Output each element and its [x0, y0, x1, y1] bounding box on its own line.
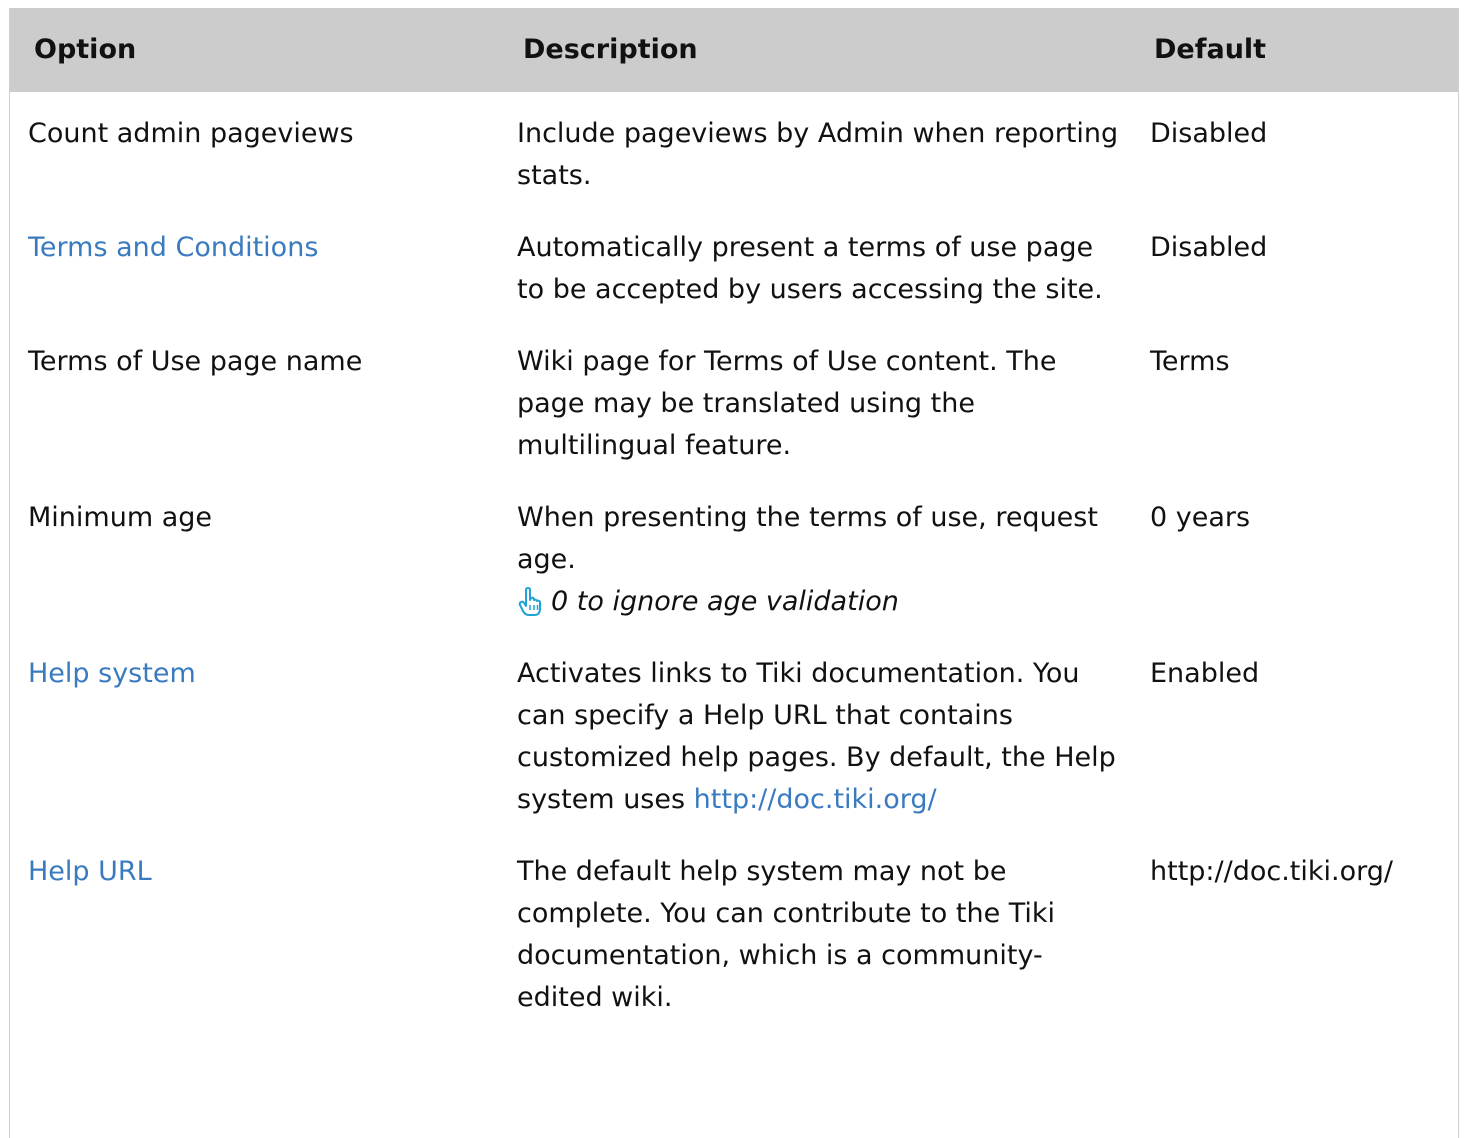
- option-default: 0 years: [1150, 502, 1251, 533]
- option-default: Disabled: [1150, 118, 1268, 149]
- option-link-help-system[interactable]: Help system: [28, 658, 196, 689]
- table-row: Help system Activates links to Tiki docu…: [10, 633, 1458, 831]
- column-header-option: Option: [34, 34, 137, 65]
- option-default: http://doc.tiki.org/: [1150, 856, 1393, 887]
- option-name: Count admin pageviews: [28, 118, 354, 149]
- option-name: Minimum age: [28, 502, 213, 533]
- table-row: Help URL The default help system may not…: [10, 831, 1458, 1029]
- option-cell: Help URL: [10, 831, 515, 1029]
- option-description: The default help system may not be compl…: [517, 856, 1056, 1013]
- option-cell: Help system: [10, 633, 515, 831]
- option-link-help-url[interactable]: Help URL: [28, 856, 152, 887]
- doc-url-link[interactable]: http://doc.tiki.org/: [694, 784, 937, 815]
- option-tip-text: 0 to ignore age validation: [551, 586, 899, 617]
- column-header-description: Description: [523, 34, 698, 65]
- table-header-row: Option Description Default: [10, 8, 1458, 92]
- table-row: Minimum age When presenting the terms of…: [10, 477, 1458, 633]
- table-row: Terms of Use page name Wiki page for Ter…: [10, 321, 1458, 477]
- option-cell: Terms and Conditions: [10, 207, 515, 321]
- option-link-terms-and-conditions[interactable]: Terms and Conditions: [28, 232, 318, 263]
- option-description-cell: Activates links to Tiki documentation. Y…: [515, 633, 1146, 831]
- table-row: Terms and Conditions Automatically prese…: [10, 207, 1458, 321]
- option-description-cell: When presenting the terms of use, reques…: [515, 477, 1146, 633]
- option-default: Disabled: [1150, 232, 1268, 263]
- option-name: Terms of Use page name: [28, 346, 363, 377]
- table-row: Count admin pageviews Include pageviews …: [10, 92, 1458, 207]
- option-description: Automatically present a terms of use pag…: [517, 232, 1103, 305]
- preferences-table: Option Description Default Count admin p…: [10, 8, 1458, 1029]
- option-description: Wiki page for Terms of Use content. The …: [517, 346, 1057, 461]
- option-default: Terms: [1150, 346, 1230, 377]
- option-description: When presenting the terms of use, reques…: [517, 502, 1098, 575]
- column-header-default: Default: [1154, 34, 1267, 65]
- option-default: Enabled: [1150, 658, 1260, 689]
- pointing-hand-icon: [517, 587, 543, 617]
- option-description: Include pageviews by Admin when reportin…: [517, 118, 1119, 191]
- option-tip: 0 to ignore age validation: [517, 581, 1122, 623]
